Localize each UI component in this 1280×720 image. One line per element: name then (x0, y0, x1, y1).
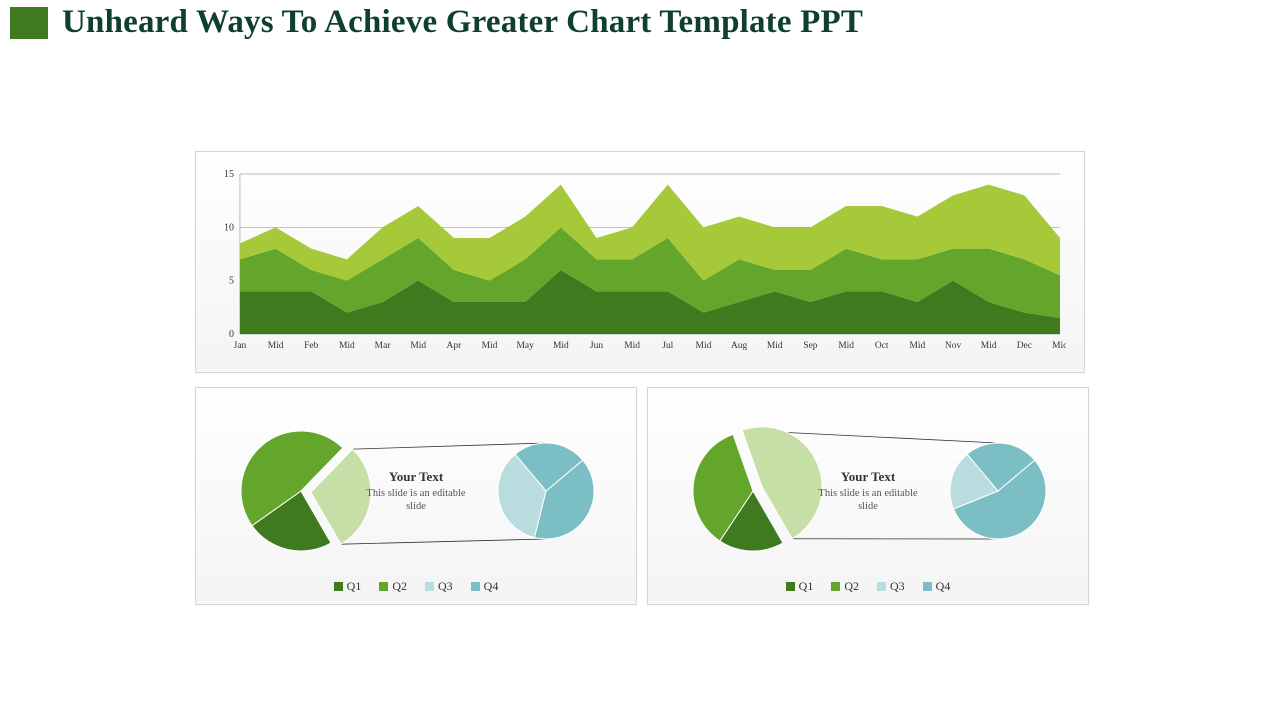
svg-text:Jul: Jul (662, 341, 673, 351)
pie-card-right: Your Text This slide is an editable slid… (647, 387, 1089, 605)
svg-text:Mid: Mid (339, 341, 355, 351)
legend-item: Q4 (471, 579, 499, 594)
legend-item: Q1 (786, 579, 814, 594)
legend-item: Q2 (379, 579, 407, 594)
title-accent-square (10, 7, 48, 39)
callout-title: Your Text (808, 468, 928, 484)
svg-text:5: 5 (229, 276, 234, 287)
area-chart-svg: 0 5 10 15 Jan Mid Feb Mid Mar Mid Apr Mid May Mid Jun M… (214, 166, 1066, 362)
svg-text:Jun: Jun (590, 341, 603, 351)
svg-text:10: 10 (224, 222, 234, 233)
svg-text:Mid: Mid (553, 341, 569, 351)
callout-sub: This slide is an editable slide (356, 486, 476, 512)
svg-text:Mid: Mid (696, 341, 712, 351)
legend-item: Q4 (923, 579, 951, 594)
svg-text:Mid: Mid (981, 341, 997, 351)
svg-text:Aug: Aug (731, 341, 748, 351)
legend-item: Q1 (334, 579, 362, 594)
svg-text:Mid: Mid (910, 341, 926, 351)
title-bar: Unheard Ways To Achieve Greater Chart Te… (0, 0, 1280, 41)
svg-text:May: May (517, 341, 535, 351)
svg-text:Nov: Nov (945, 341, 962, 351)
svg-text:Sep: Sep (803, 341, 817, 351)
charts-container: 0 5 10 15 Jan Mid Feb Mid Mar Mid Apr Mid May Mid Jun M… (195, 151, 1085, 605)
area-chart-card: 0 5 10 15 Jan Mid Feb Mid Mar Mid Apr Mid May Mid Jun M… (195, 151, 1085, 373)
page-title: Unheard Ways To Achieve Greater Chart Te… (62, 4, 863, 41)
pie-body-right: Your Text This slide is an editable slid… (658, 402, 1078, 579)
svg-text:Oct: Oct (875, 341, 889, 351)
svg-text:Mid: Mid (838, 341, 854, 351)
legend-right: Q1 Q2 Q3 Q4 (786, 579, 951, 594)
svg-text:0: 0 (229, 329, 234, 340)
svg-text:Apr: Apr (447, 341, 463, 351)
svg-text:Jan: Jan (234, 341, 247, 351)
legend-left: Q1 Q2 Q3 Q4 (334, 579, 499, 594)
svg-text:Mar: Mar (375, 341, 392, 351)
pie-card-left: Your Text This slide is an editable slid… (195, 387, 637, 605)
legend-item: Q3 (425, 579, 453, 594)
callout-left: Your Text This slide is an editable slid… (356, 468, 476, 512)
callout-right: Your Text This slide is an editable slid… (808, 468, 928, 512)
svg-text:Mid: Mid (1052, 341, 1066, 351)
svg-text:Feb: Feb (304, 341, 318, 351)
svg-text:Dec: Dec (1017, 341, 1032, 351)
svg-text:Mid: Mid (410, 341, 426, 351)
svg-text:15: 15 (224, 169, 234, 180)
svg-text:Mid: Mid (624, 341, 640, 351)
callout-sub: This slide is an editable slide (808, 486, 928, 512)
callout-title: Your Text (356, 468, 476, 484)
pie-body-left: Your Text This slide is an editable slid… (206, 402, 626, 579)
svg-text:Mid: Mid (482, 341, 498, 351)
legend-item: Q3 (877, 579, 905, 594)
svg-text:Mid: Mid (268, 341, 284, 351)
svg-text:Mid: Mid (767, 341, 783, 351)
legend-item: Q2 (831, 579, 859, 594)
